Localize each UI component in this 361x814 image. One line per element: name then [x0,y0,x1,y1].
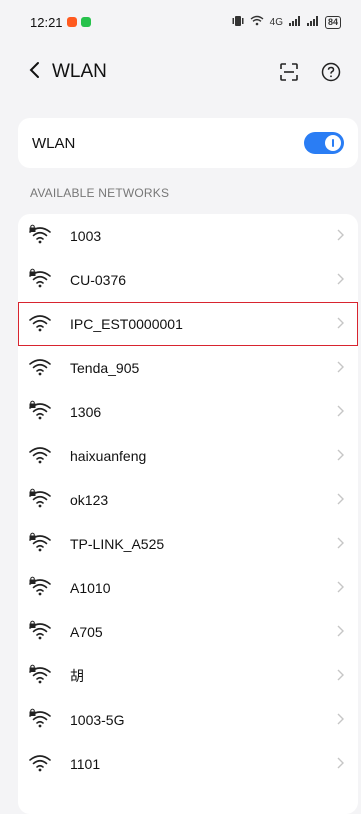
battery-level: 84 [327,16,338,27]
chevron-right-icon [337,580,344,597]
wifi-locked-icon [28,576,56,598]
wifi-locked-icon [28,708,56,730]
wifi-locked-icon [28,532,56,554]
wifi-icon [28,358,56,378]
status-left: 12:21 [30,15,91,30]
cell-signal-2-icon [306,15,319,29]
signal-label: 4G [269,16,283,28]
notification-app-icon [66,17,77,27]
network-ssid: 1101 [70,756,101,772]
chevron-right-icon [337,448,344,465]
wlan-toggle-row[interactable]: WLAN [18,118,358,168]
network-row[interactable]: haixuanfeng [18,434,358,478]
chevron-right-icon [337,228,344,245]
network-ssid: CU-0376 [70,272,127,288]
app-bar-actions [279,62,341,82]
notification-message-icon [80,17,91,27]
chevron-right-icon [337,316,344,333]
wifi-status-icon [250,15,264,29]
network-row[interactable]: 1003-5G [18,698,358,742]
wifi-locked-icon [28,224,56,246]
network-list: 1003 CU-0376 IPC_EST0000001 Tenda_905 1306 ha… [18,214,358,814]
app-bar: WLAN [0,50,361,94]
network-row[interactable]: Tenda_905 [18,346,358,390]
chevron-right-icon [337,624,344,641]
wifi-locked-icon [28,268,56,290]
battery-icon: 84 [324,15,341,29]
network-ssid: ok123 [70,492,109,508]
network-ssid: 胡 [70,668,84,684]
network-row[interactable]: A705 [18,610,358,654]
network-row[interactable]: 1101 [18,742,358,786]
chevron-right-icon [337,492,344,509]
network-ssid: 1003-5G [70,712,125,728]
wifi-locked-icon [28,400,56,422]
chevron-right-icon [337,668,344,685]
wifi-locked-icon [28,664,56,686]
chevron-right-icon [337,756,344,773]
wifi-locked-icon [28,620,56,642]
network-row[interactable]: IPC_EST0000001 [18,302,358,346]
wifi-icon [28,754,56,774]
vibrate-icon [232,15,244,30]
chevron-right-icon [337,404,344,421]
network-row[interactable]: TP-LINK_A525 [18,522,358,566]
network-row[interactable]: CU-0376 [18,258,358,302]
wifi-icon [28,446,56,466]
network-row[interactable]: A1010 [18,566,358,610]
network-ssid: haixuanfeng [70,448,147,464]
help-icon[interactable] [321,62,341,82]
network-row[interactable]: 1306 [18,390,358,434]
scan-icon[interactable] [279,62,299,82]
chevron-right-icon [337,712,344,729]
available-networks-header: AVAILABLE NETWORKS [30,186,170,200]
network-ssid: A1010 [70,580,111,596]
network-ssid: TP-LINK_A525 [70,536,165,552]
status-time: 12:21 [30,14,63,30]
network-row[interactable]: 1003 [18,214,358,258]
wifi-locked-icon [28,488,56,510]
network-ssid: A705 [70,624,103,640]
wlan-switch[interactable] [304,132,344,154]
network-ssid: 1306 [70,404,102,420]
wifi-icon [28,314,56,334]
status-bar: 12:21 4G 84 [0,0,361,44]
cell-signal-icon [288,15,301,29]
wlan-toggle-label: WLAN [32,134,76,152]
page-title: WLAN [52,61,107,82]
switch-knob [325,135,341,151]
network-ssid: IPC_EST0000001 [70,316,183,332]
status-right: 4G 84 [232,15,341,30]
network-ssid: Tenda_905 [70,360,140,376]
network-row[interactable]: 胡 [18,654,358,698]
chevron-right-icon [337,360,344,377]
network-row[interactable]: ok123 [18,478,358,522]
network-ssid: 1003 [70,228,102,244]
chevron-right-icon [337,536,344,553]
chevron-right-icon [337,272,344,289]
back-chevron-icon[interactable] [28,61,40,83]
